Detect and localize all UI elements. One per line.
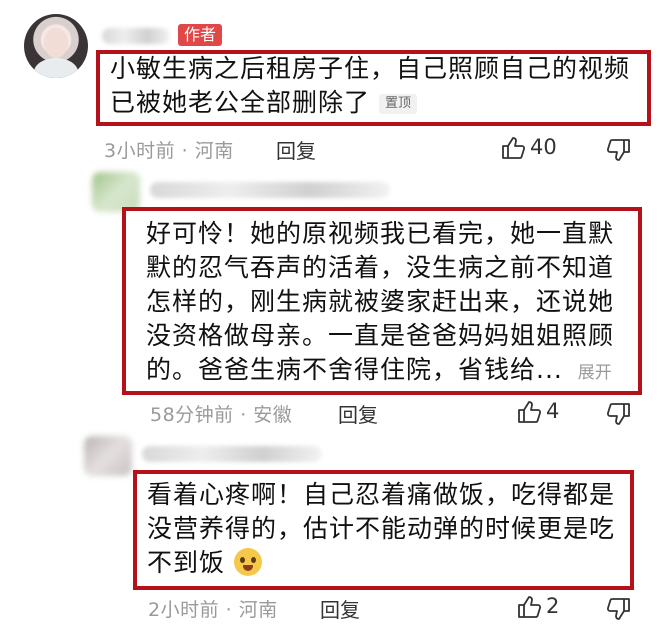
comment-1-line-1: 小敏生病之后租房子住，自己照顾自己的视频 xyxy=(110,54,631,83)
comment-3-meta: 2小时前 · 河南 xyxy=(148,599,278,621)
comment-1-meta: 3小时前 · 河南 xyxy=(104,140,234,162)
comment-2-line: 怎样的，刚生病就被婆家赶出来，还说她 xyxy=(146,287,615,316)
thumbs-down-icon[interactable] xyxy=(606,401,632,427)
emoji-mouth xyxy=(242,565,253,571)
comment-3-like-count: 2 xyxy=(546,594,560,618)
comment-2-meta: 58分钟前 · 安徽 xyxy=(150,404,293,426)
avatar-face xyxy=(44,28,68,58)
comment-3-reply-button[interactable]: 回复 xyxy=(320,594,360,623)
comment-2-line: 好可怜！她的原视频我已看完，她一直默 xyxy=(146,219,615,248)
commenter-2-avatar[interactable] xyxy=(92,172,140,212)
thumbs-up-icon[interactable] xyxy=(500,135,526,161)
emoji-eye xyxy=(239,557,245,563)
avatar-body xyxy=(34,58,78,78)
pleading-face-emoji xyxy=(233,548,262,576)
comment-2-line: 默的忍气吞声的活着，没生病之前不知道 xyxy=(146,253,615,282)
blurred-username[interactable] xyxy=(142,446,322,462)
comment-3-line-text: 不到饭 xyxy=(147,548,226,577)
comment-1-body: 小敏生病之后租房子住，自己照顾自己的视频 已被她老公全部删除了 置顶 xyxy=(110,52,630,120)
emoji-eye xyxy=(250,557,256,563)
comment-3-highlight-box: 看着心疼啊！自己忍着痛做饭，吃得都是 没营养得的，估计不能动弹的时候更是吃 不到… xyxy=(133,470,634,590)
blurred-username[interactable] xyxy=(150,182,390,198)
thumbs-up-icon[interactable] xyxy=(516,594,542,620)
thumbs-down-icon[interactable] xyxy=(606,137,632,163)
comment-1-reply-button[interactable]: 回复 xyxy=(276,135,316,164)
comment-1-highlight-box: 小敏生病之后租房子住，自己照顾自己的视频 已被她老公全部删除了 置顶 xyxy=(96,50,651,126)
comment-3-body: 看着心疼啊！自己忍着痛做饭，吃得都是 没营养得的，估计不能动弹的时候更是吃 不到… xyxy=(147,478,615,580)
comment-1-line-2-text: 已被她老公全部删除了 xyxy=(110,88,371,117)
comment-2-reply-button[interactable]: 回复 xyxy=(338,399,378,428)
blurred-username[interactable] xyxy=(102,28,170,44)
comment-3-line: 没营养得的，估计不能动弹的时候更是吃 xyxy=(147,514,616,543)
comment-1-like-count: 40 xyxy=(530,135,557,159)
pinned-tag: 置顶 xyxy=(378,94,417,114)
expand-button[interactable]: 展开 xyxy=(578,363,612,383)
thumbs-up-icon[interactable] xyxy=(516,399,542,425)
comment-2-like-count: 4 xyxy=(546,399,560,423)
comment-2-highlight-box: 好可怜！她的原视频我已看完，她一直默 默的忍气吞声的活着，没生病之前不知道 怎样… xyxy=(122,207,642,395)
comment-2-line-text: 的。爸爸生病不舍得住院，省钱给... xyxy=(146,355,563,384)
comment-2-body: 好可怜！她的原视频我已看完，她一直默 默的忍气吞声的活着，没生病之前不知道 怎样… xyxy=(146,217,614,390)
comment-3-line-last: 不到饭 xyxy=(147,546,615,580)
thumbs-down-icon[interactable] xyxy=(606,596,632,622)
comment-1-line-2: 已被她老公全部删除了 置顶 xyxy=(110,86,630,120)
comment-2-line-last: 的。爸爸生病不舍得住院，省钱给... 展开 xyxy=(146,353,614,390)
comment-2-line: 没资格做母亲。一直是爸爸妈妈姐姐照顾 xyxy=(146,321,615,350)
author-badge: 作者 xyxy=(178,24,223,46)
author-avatar[interactable] xyxy=(24,14,88,78)
commenter-3-avatar[interactable] xyxy=(84,436,132,476)
comment-3-line: 看着心疼啊！自己忍着痛做饭，吃得都是 xyxy=(147,480,616,509)
